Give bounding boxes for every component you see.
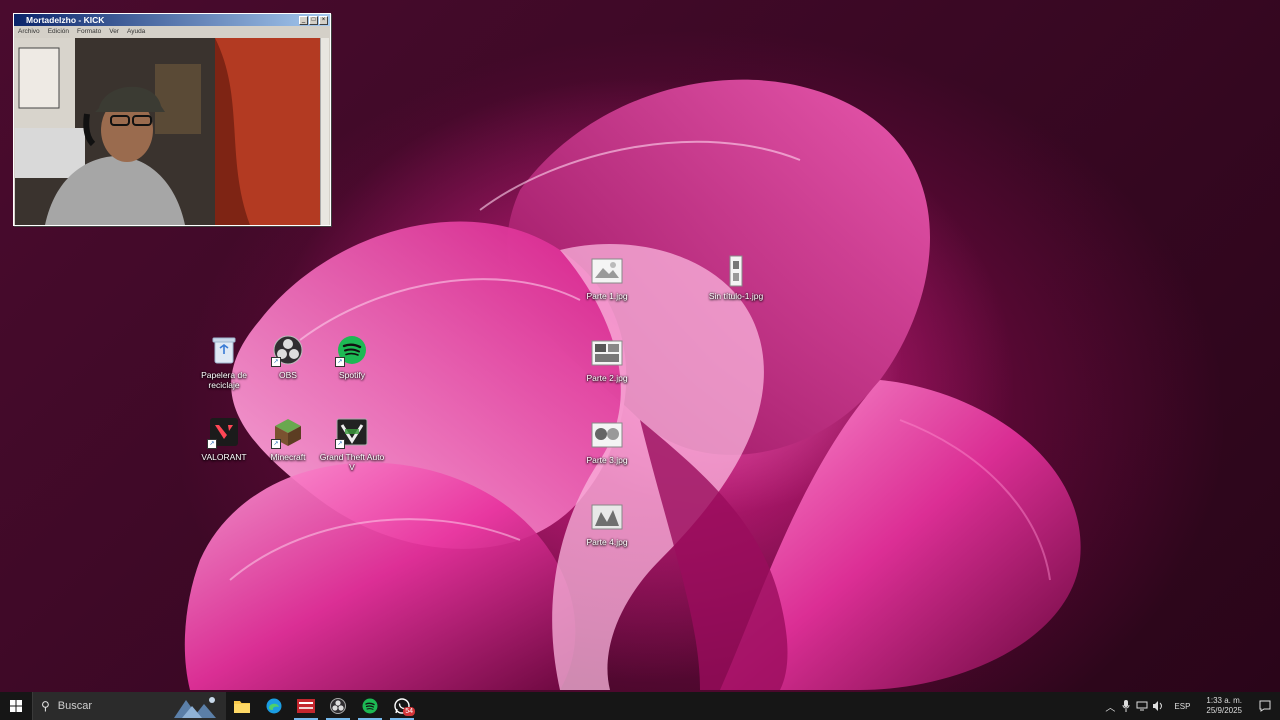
obs-icon bbox=[330, 698, 346, 714]
voicemeeter-icon bbox=[297, 699, 315, 713]
shortcut-arrow-icon: ↗ bbox=[271, 439, 281, 449]
input-language[interactable]: ESP bbox=[1166, 702, 1198, 711]
taskbar-obs[interactable] bbox=[322, 692, 354, 720]
desktop-icon-sin-titulo[interactable]: Sin título-1.jpg bbox=[702, 254, 770, 301]
webcam-window-menubar: Archivo Edición Formato Ver Ayuda bbox=[14, 26, 330, 36]
system-tray: ︿ ESP 1:33 a. m. 25/9/2025 bbox=[1102, 692, 1280, 720]
menu-formato[interactable]: Formato bbox=[77, 28, 101, 35]
image-file-icon bbox=[590, 336, 624, 370]
minecraft-icon: ↗ bbox=[271, 415, 305, 449]
webcam-window-titlebar[interactable]: Mortadelzho - KICK _ □ × bbox=[14, 14, 330, 26]
desktop-icon-label: Spotify bbox=[339, 370, 365, 380]
search-input[interactable] bbox=[55, 699, 170, 713]
desktop-icon-gta-v[interactable]: ↗ Grand Theft Auto V bbox=[318, 415, 386, 472]
desktop-icon-label: Parte 3.jpg bbox=[586, 455, 628, 465]
whatsapp-unread-badge: 54 bbox=[403, 707, 415, 716]
menu-edicion[interactable]: Edición bbox=[48, 28, 69, 35]
desktop-icon-parte-1[interactable]: Parte 1.jpg bbox=[573, 254, 641, 301]
microphone-icon[interactable] bbox=[1118, 692, 1134, 720]
taskbar-edge[interactable] bbox=[258, 692, 290, 720]
webcam-feed bbox=[15, 38, 321, 225]
network-icon[interactable] bbox=[1134, 692, 1150, 720]
desktop-icon-label: Papelera de reciclaje bbox=[201, 370, 247, 390]
image-file-icon bbox=[590, 254, 624, 288]
taskbar-spotify[interactable] bbox=[354, 692, 386, 720]
desktop-icon-parte-4[interactable]: Parte 4.jpg bbox=[573, 500, 641, 547]
search-highlight-image bbox=[168, 692, 226, 720]
recycle-bin-icon bbox=[207, 333, 241, 367]
image-file-icon bbox=[719, 254, 753, 288]
clock-time: 1:33 a. m. bbox=[1206, 696, 1242, 705]
desktop-icon-valorant[interactable]: ↗ VALORANT bbox=[190, 415, 258, 462]
webcam-window[interactable]: Mortadelzho - KICK _ □ × Archivo Edición… bbox=[13, 13, 331, 226]
desktop-icon-label: Parte 1.jpg bbox=[586, 291, 628, 301]
chevron-up-icon[interactable]: ︿ bbox=[1102, 692, 1118, 720]
start-button[interactable] bbox=[0, 692, 32, 720]
taskbar-voicemeeter[interactable] bbox=[290, 692, 322, 720]
image-file-icon bbox=[590, 418, 624, 452]
desktop-icon-label: Sin título-1.jpg bbox=[708, 291, 764, 301]
menu-archivo[interactable]: Archivo bbox=[18, 28, 40, 35]
taskbar-whatsapp[interactable]: 54 bbox=[386, 692, 418, 720]
desktop-icon-minecraft[interactable]: ↗ Minecraft bbox=[254, 415, 322, 462]
search-icon: ⚲ bbox=[41, 699, 50, 713]
valorant-icon: ↗ bbox=[207, 415, 241, 449]
desktop-icon-label: Grand Theft Auto V bbox=[319, 452, 385, 472]
folder-icon bbox=[234, 701, 250, 713]
taskbar-clock[interactable]: 1:33 a. m. 25/9/2025 bbox=[1198, 696, 1250, 716]
desktop-icon-parte-3[interactable]: Parte 3.jpg bbox=[573, 418, 641, 465]
desktop-icon-label: OBS bbox=[279, 370, 297, 380]
clock-date: 25/9/2025 bbox=[1206, 706, 1242, 715]
taskbar-file-explorer[interactable] bbox=[226, 692, 258, 720]
menu-ayuda[interactable]: Ayuda bbox=[127, 28, 145, 35]
desktop-icon-label: VALORANT bbox=[201, 452, 247, 462]
desktop-icon-label: Parte 4.jpg bbox=[586, 537, 628, 547]
spotify-icon bbox=[362, 698, 378, 714]
edge-icon bbox=[266, 698, 282, 714]
minimize-button[interactable]: _ bbox=[299, 15, 308, 25]
volume-icon[interactable] bbox=[1150, 692, 1166, 720]
desktop-icon-parte-2[interactable]: Parte 2.jpg bbox=[573, 336, 641, 383]
taskbar: ⚲ Buscar 54 ︿ ESP 1:33 a. m. 25/9/2025 bbox=[0, 692, 1280, 720]
shortcut-arrow-icon: ↗ bbox=[335, 357, 345, 367]
webcam-window-scrollbar[interactable] bbox=[320, 38, 329, 225]
desktop-icon-obs[interactable]: ↗ OBS bbox=[254, 333, 322, 380]
webcam-feed-image bbox=[15, 38, 321, 225]
windows-logo-icon bbox=[10, 700, 22, 712]
shortcut-arrow-icon: ↗ bbox=[335, 439, 345, 449]
taskbar-search[interactable]: ⚲ bbox=[32, 692, 226, 720]
desktop-icon-recycle-bin[interactable]: Papelera de reciclaje bbox=[190, 333, 258, 390]
shortcut-arrow-icon: ↗ bbox=[271, 357, 281, 367]
desktop-icon-spotify[interactable]: ↗ Spotify bbox=[318, 333, 386, 380]
shortcut-arrow-icon: ↗ bbox=[207, 439, 217, 449]
obs-icon: ↗ bbox=[271, 333, 305, 367]
image-file-icon bbox=[590, 500, 624, 534]
maximize-button[interactable]: □ bbox=[309, 15, 318, 25]
webcam-window-title: Mortadelzho - KICK bbox=[26, 15, 105, 25]
notification-icon bbox=[1259, 700, 1271, 712]
desktop-icon-label: Minecraft bbox=[270, 452, 306, 462]
spotify-icon: ↗ bbox=[335, 333, 369, 367]
menu-ver[interactable]: Ver bbox=[109, 28, 119, 35]
notification-center-button[interactable] bbox=[1250, 692, 1280, 720]
close-button[interactable]: × bbox=[319, 15, 328, 25]
desktop-icon-label: Parte 2.jpg bbox=[586, 373, 628, 383]
gta-v-icon: ↗ bbox=[335, 415, 369, 449]
